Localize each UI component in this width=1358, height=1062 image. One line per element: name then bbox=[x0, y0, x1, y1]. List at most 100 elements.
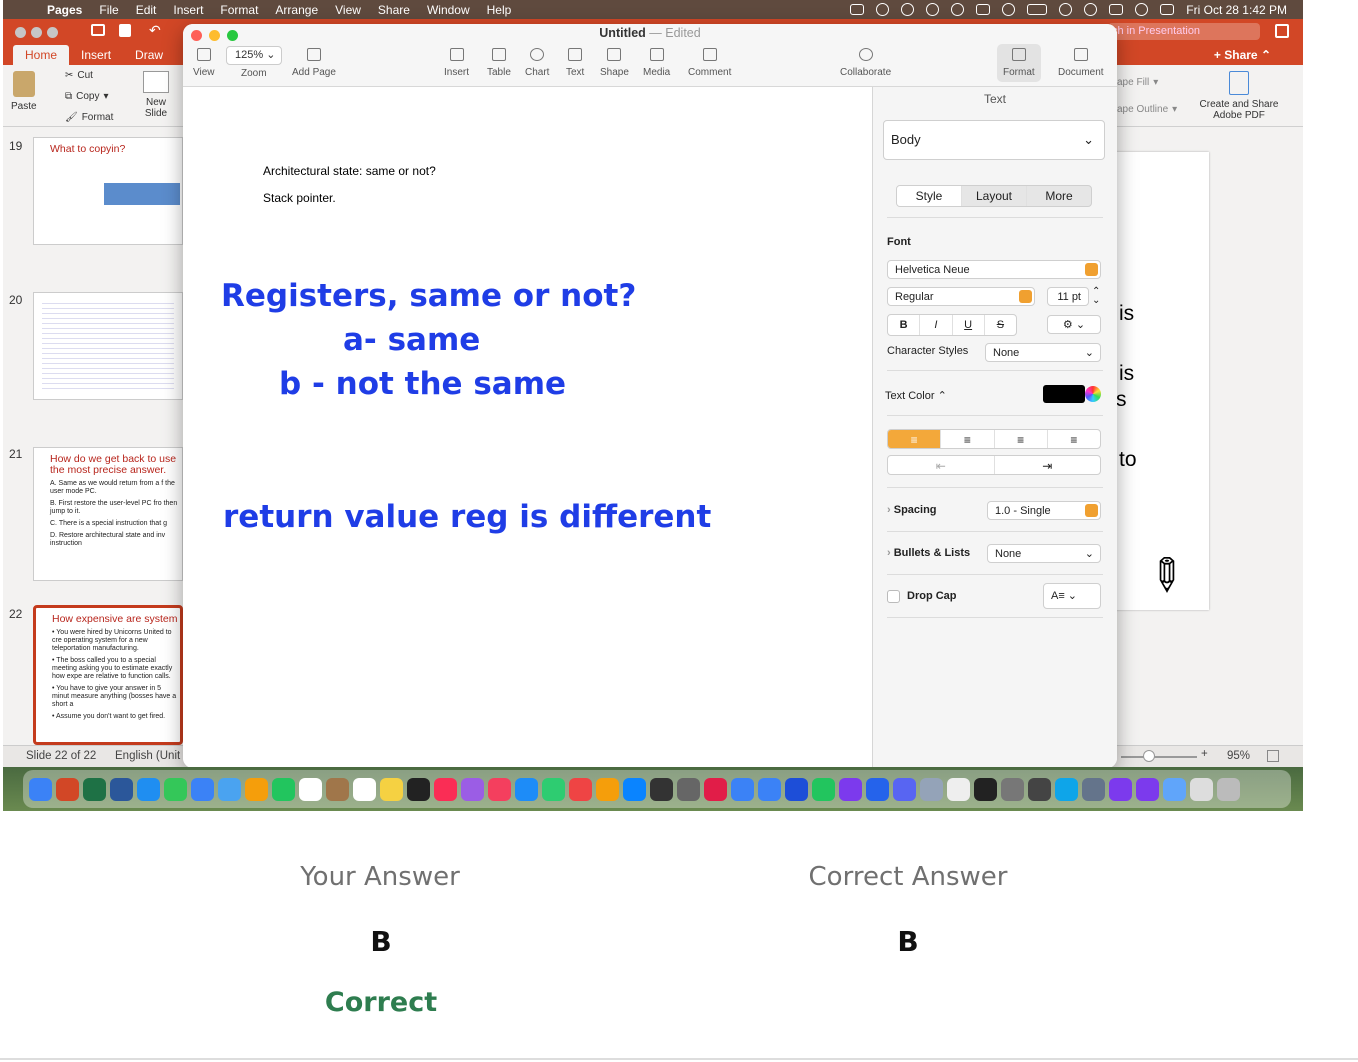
dock-app-icon[interactable] bbox=[137, 777, 160, 801]
underline-button[interactable]: U bbox=[953, 315, 985, 335]
adobe-pdf-button[interactable]: Create and Share Adobe PDF bbox=[1199, 71, 1279, 121]
dock-app-icon[interactable] bbox=[83, 777, 106, 801]
menu-insert[interactable]: Insert bbox=[173, 3, 203, 17]
dock-app-icon[interactable] bbox=[380, 777, 403, 801]
ppt-current-slide[interactable]: is is s to ✎ bbox=[1111, 152, 1209, 610]
new-slide-button[interactable]: New Slide bbox=[136, 71, 176, 119]
search-icon[interactable] bbox=[1135, 3, 1149, 16]
insert-button[interactable]: Insert bbox=[444, 48, 469, 78]
dock-app-icon[interactable] bbox=[1136, 777, 1159, 801]
dock-app-icon[interactable] bbox=[272, 777, 295, 801]
doc-heading[interactable]: return value reg is different bbox=[223, 499, 711, 535]
doc-heading[interactable]: a- same bbox=[343, 322, 480, 358]
text-button[interactable]: Text bbox=[566, 48, 584, 78]
dock-app-icon[interactable] bbox=[569, 777, 592, 801]
drop-cap-style-select[interactable]: A≡ ⌄ bbox=[1043, 583, 1101, 609]
media-button[interactable]: Media bbox=[643, 48, 670, 78]
doc-heading[interactable]: Registers, same or not? bbox=[221, 278, 636, 314]
dock-app-icon[interactable] bbox=[623, 777, 646, 801]
copy-button[interactable]: ⧉ Copy ▾ bbox=[65, 91, 109, 102]
zoom-slider[interactable] bbox=[1121, 756, 1197, 758]
dock-app-icon[interactable] bbox=[407, 777, 430, 801]
chart-button[interactable]: Chart bbox=[525, 48, 549, 78]
spacing-disclosure[interactable]: › Spacing bbox=[887, 504, 937, 516]
dock-app-icon[interactable] bbox=[191, 777, 214, 801]
decrease-indent-icon[interactable]: ⇤ bbox=[888, 456, 995, 474]
shape-fill-button[interactable]: ape Fill ▾ bbox=[1117, 77, 1158, 88]
zoom-in-icon[interactable]: + bbox=[1201, 748, 1208, 760]
dock-app-icon[interactable] bbox=[839, 777, 862, 801]
display-icon[interactable] bbox=[976, 4, 991, 15]
slide-thumbnail-19[interactable]: What to copyin? bbox=[33, 137, 183, 245]
dock-app-icon[interactable] bbox=[1163, 777, 1186, 801]
slide-thumbnail-22[interactable]: How expensive are system • You were hire… bbox=[33, 605, 183, 745]
dock-app-icon[interactable] bbox=[1082, 777, 1105, 801]
vpn-icon[interactable] bbox=[926, 3, 940, 16]
align-left-icon[interactable]: ≡ bbox=[888, 430, 942, 448]
undo-icon[interactable]: ↶ bbox=[149, 22, 161, 39]
home-icon[interactable] bbox=[91, 24, 105, 36]
text-options-button[interactable]: ⚙ ⌄ bbox=[1047, 315, 1101, 334]
dock-app-icon[interactable] bbox=[1001, 777, 1024, 801]
keyboard-icon[interactable] bbox=[1109, 4, 1124, 15]
shape-button[interactable]: Shape bbox=[600, 48, 629, 78]
dock-app-icon[interactable] bbox=[245, 777, 268, 801]
dock-app-icon[interactable] bbox=[731, 777, 754, 801]
language-status[interactable]: English (Unit bbox=[115, 750, 180, 762]
slide-thumbnail-20[interactable] bbox=[33, 292, 183, 400]
screen-time-icon[interactable] bbox=[951, 3, 965, 16]
dock-app-icon[interactable] bbox=[785, 777, 808, 801]
dock-app-icon[interactable] bbox=[704, 777, 727, 801]
dock-app-icon[interactable] bbox=[974, 777, 997, 801]
dock-app-icon[interactable] bbox=[1055, 777, 1078, 801]
tab-draw[interactable]: Draw bbox=[123, 45, 175, 65]
character-styles-select[interactable]: None ⌄ bbox=[985, 343, 1101, 362]
dock-app-icon[interactable] bbox=[596, 777, 619, 801]
menu-edit[interactable]: Edit bbox=[136, 3, 157, 17]
justify-icon[interactable]: ≡ bbox=[1048, 430, 1100, 448]
bullets-select[interactable]: None ⌄ bbox=[987, 544, 1101, 563]
tab-more[interactable]: More bbox=[1027, 186, 1091, 206]
add-page-button[interactable]: Add Page bbox=[292, 48, 336, 78]
menu-format[interactable]: Format bbox=[220, 3, 258, 17]
dock-app-icon[interactable] bbox=[920, 777, 943, 801]
dock-app-icon[interactable] bbox=[866, 777, 889, 801]
tab-insert[interactable]: Insert bbox=[69, 45, 123, 65]
feedback-icon[interactable] bbox=[1275, 24, 1289, 38]
dock-app-icon[interactable] bbox=[758, 777, 781, 801]
cut-button[interactable]: ✂ Cut bbox=[65, 70, 93, 81]
shape-outline-button[interactable]: ape Outline ▾ bbox=[1117, 104, 1177, 115]
font-size-stepper[interactable]: ⌃ ⌄ bbox=[1092, 287, 1100, 306]
ppt-close-button[interactable] bbox=[15, 27, 26, 38]
menu-help[interactable]: Help bbox=[487, 3, 512, 17]
doc-line[interactable]: Stack pointer. bbox=[263, 191, 336, 205]
ppt-zoom-button[interactable] bbox=[47, 27, 58, 38]
bluetooth-icon[interactable] bbox=[1002, 3, 1016, 16]
dock-app-icon[interactable] bbox=[488, 777, 511, 801]
paragraph-style-select[interactable]: Body ⌄ bbox=[883, 120, 1105, 160]
user-icon[interactable] bbox=[1084, 3, 1098, 16]
doc-heading[interactable]: b - not the same bbox=[279, 366, 566, 402]
save-icon[interactable] bbox=[119, 24, 131, 37]
dock-app-icon[interactable] bbox=[434, 777, 457, 801]
dock-app-icon[interactable] bbox=[677, 777, 700, 801]
collaborate-button[interactable]: Collaborate bbox=[840, 48, 891, 78]
dock-app-icon[interactable] bbox=[29, 777, 52, 801]
menu-window[interactable]: Window bbox=[427, 3, 470, 17]
dock-app-icon[interactable] bbox=[1028, 777, 1051, 801]
dock-app-icon[interactable] bbox=[893, 777, 916, 801]
dock-app-icon[interactable] bbox=[218, 777, 241, 801]
format-painter-button[interactable]: 🖌 Format bbox=[65, 112, 113, 123]
dock-app-icon[interactable] bbox=[353, 777, 376, 801]
dock-app-icon[interactable] bbox=[1109, 777, 1132, 801]
globe-icon[interactable] bbox=[876, 3, 890, 16]
zoom-select[interactable]: 125% ⌄ bbox=[226, 46, 282, 65]
strikethrough-button[interactable]: S bbox=[985, 315, 1016, 335]
dock-app-icon[interactable] bbox=[1217, 777, 1240, 801]
document-canvas[interactable]: Architectural state: same or not? Stack … bbox=[183, 87, 872, 768]
dock-app-icon[interactable] bbox=[461, 777, 484, 801]
dock-app-icon[interactable] bbox=[515, 777, 538, 801]
view-button[interactable]: View bbox=[193, 48, 215, 78]
sync-icon[interactable] bbox=[901, 3, 915, 16]
increase-indent-icon[interactable]: ⇥ bbox=[995, 456, 1101, 474]
